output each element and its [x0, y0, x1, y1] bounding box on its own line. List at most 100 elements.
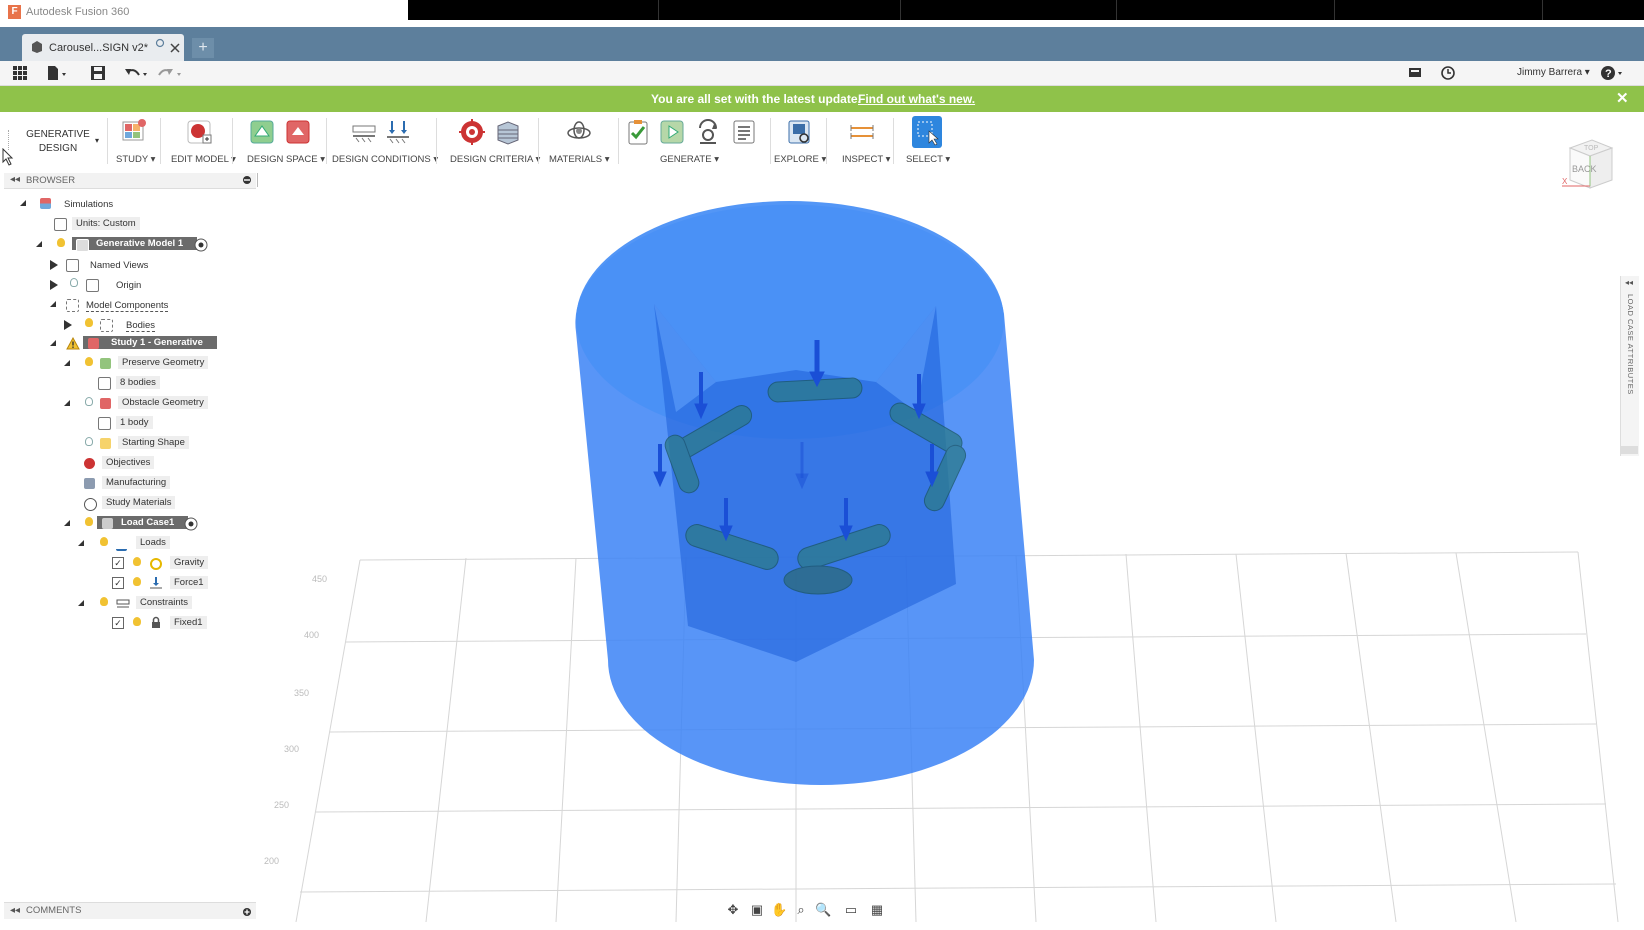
tree-loads[interactable]: Loads: [20, 536, 250, 554]
user-account-menu[interactable]: Jimmy Barrera ▾: [1517, 67, 1590, 78]
expand-panel-icon[interactable]: ◂◂: [1625, 278, 1633, 287]
redo-icon[interactable]: [158, 65, 184, 81]
workspace-switcher[interactable]: GENERATIVE DESIGN: [14, 119, 102, 161]
tree-model-components[interactable]: Model Components: [20, 297, 250, 315]
inspect-menu[interactable]: INSPECT ▾: [842, 154, 890, 165]
generate-icon[interactable]: [658, 118, 686, 146]
visibility-bulb-icon[interactable]: [57, 238, 65, 247]
measure-icon[interactable]: [848, 118, 876, 146]
grid-settings-icon[interactable]: ▦: [869, 902, 885, 918]
clock-icon[interactable]: [1440, 65, 1456, 81]
visibility-bulb-icon[interactable]: [133, 557, 141, 566]
tree-objectives[interactable]: Objectives: [20, 456, 250, 474]
browser-options-icon[interactable]: [242, 175, 252, 185]
orbit-icon[interactable]: ✥: [725, 902, 741, 918]
fit-icon[interactable]: 🔍: [815, 902, 831, 918]
visibility-bulb-icon[interactable]: [100, 537, 108, 546]
tree-units[interactable]: Units: Custom: [20, 217, 250, 235]
whats-new-link[interactable]: Find out what's new.: [858, 92, 975, 106]
expand-toggle-icon[interactable]: [50, 280, 58, 290]
gravity-checkbox[interactable]: ✓: [112, 557, 124, 569]
tree-obstacle-body[interactable]: 1 body: [20, 416, 250, 434]
add-comment-icon[interactable]: [242, 907, 252, 917]
design-space-menu[interactable]: DESIGN SPACE ▾: [247, 154, 325, 165]
tree-preserve-bodies[interactable]: 8 bodies: [20, 376, 250, 394]
load-case-attributes-panel[interactable]: ◂◂ LOAD CASE ATTRIBUTES: [1620, 276, 1639, 456]
visibility-bulb-icon[interactable]: [85, 517, 93, 526]
expand-toggle-icon[interactable]: [36, 241, 42, 247]
manufacturing-icon[interactable]: [494, 118, 522, 146]
help-icon[interactable]: ?: [1600, 65, 1626, 81]
expand-toggle-icon[interactable]: [50, 340, 56, 346]
display-settings-icon[interactable]: ▭: [843, 902, 859, 918]
expand-comments-icon[interactable]: ◂◂: [10, 905, 20, 916]
document-tab[interactable]: Carousel...SIGN v2*: [22, 34, 184, 61]
save-icon[interactable]: [90, 65, 106, 81]
select-menu[interactable]: SELECT ▾: [906, 154, 950, 165]
visibility-bulb-icon[interactable]: [85, 397, 93, 406]
panel-scroll-thumb[interactable]: [1620, 446, 1638, 454]
explore-menu[interactable]: EXPLORE ▾: [774, 154, 826, 165]
force1-checkbox[interactable]: ✓: [112, 577, 124, 589]
tree-generative-model[interactable]: Generative Model 1: [20, 237, 250, 255]
activate-radio-icon[interactable]: [184, 517, 198, 531]
structural-load-icon[interactable]: [384, 118, 412, 146]
study-menu[interactable]: STUDY ▾: [116, 154, 155, 165]
expand-toggle-icon[interactable]: [20, 200, 26, 206]
close-tab-icon[interactable]: [170, 43, 180, 53]
tree-force1[interactable]: ✓ Force1: [20, 576, 250, 594]
tree-named-views[interactable]: Named Views: [20, 257, 250, 275]
new-tab-button[interactable]: +: [192, 38, 214, 58]
previews-icon[interactable]: [730, 118, 758, 146]
design-criteria-menu[interactable]: DESIGN CRITERIA ▾: [450, 154, 540, 165]
tree-manufacturing[interactable]: Manufacturing: [20, 476, 250, 494]
cloud-credits-icon[interactable]: [694, 118, 722, 146]
viewcube[interactable]: TOP BACK X: [1562, 134, 1614, 192]
tree-load-case[interactable]: Load Case1: [20, 516, 250, 534]
tree-fixed1[interactable]: ✓ Fixed1: [20, 616, 250, 634]
expand-toggle-icon[interactable]: [50, 260, 58, 270]
collapse-browser-icon[interactable]: ◂◂: [10, 174, 20, 185]
tree-gravity[interactable]: ✓ Gravity: [20, 556, 250, 574]
structural-constraint-icon[interactable]: [350, 118, 378, 146]
activate-radio-icon[interactable]: [194, 238, 208, 252]
look-at-icon[interactable]: ▣: [749, 902, 765, 918]
file-menu-icon[interactable]: [46, 65, 70, 81]
tree-obstacle-geometry[interactable]: Obstacle Geometry: [20, 396, 250, 414]
obstacle-geometry-icon[interactable]: [284, 118, 312, 146]
expand-toggle-icon[interactable]: [78, 600, 84, 606]
expand-toggle-icon[interactable]: [64, 520, 70, 526]
expand-toggle-icon[interactable]: [50, 301, 56, 307]
undo-icon[interactable]: [124, 65, 150, 81]
generate-menu[interactable]: GENERATE ▾: [660, 154, 719, 165]
tree-study-materials[interactable]: Study Materials: [20, 496, 250, 514]
explore-generative-results-icon[interactable]: [785, 118, 813, 146]
tree-simulations[interactable]: Simulations: [20, 196, 250, 214]
study-materials-icon[interactable]: [565, 118, 593, 146]
pan-icon[interactable]: ✋: [771, 902, 787, 918]
edit-model-menu[interactable]: EDIT MODEL ▾: [171, 154, 236, 165]
app-grid-icon[interactable]: [12, 65, 28, 81]
close-banner-button[interactable]: ✕: [1616, 89, 1629, 107]
expand-toggle-icon[interactable]: [78, 540, 84, 546]
tree-constraints[interactable]: Constraints: [20, 596, 250, 614]
tree-study[interactable]: Study 1 - Generative: [20, 336, 250, 354]
visibility-bulb-icon[interactable]: [133, 617, 141, 626]
expand-toggle-icon[interactable]: [64, 360, 70, 366]
expand-toggle-icon[interactable]: [64, 400, 70, 406]
visibility-bulb-icon[interactable]: [133, 577, 141, 586]
materials-menu[interactable]: MATERIALS ▾: [549, 154, 610, 165]
job-status-icon[interactable]: [1407, 65, 1423, 81]
visibility-bulb-icon[interactable]: [85, 318, 93, 327]
objectives-icon[interactable]: [458, 118, 486, 146]
design-conditions-menu[interactable]: DESIGN CONDITIONS ▾: [332, 154, 438, 165]
tree-starting-shape[interactable]: Starting Shape: [20, 436, 250, 454]
visibility-bulb-icon[interactable]: [100, 597, 108, 606]
fixed1-checkbox[interactable]: ✓: [112, 617, 124, 629]
tree-origin[interactable]: Origin: [20, 277, 250, 295]
visibility-bulb-icon[interactable]: [70, 278, 78, 287]
expand-toggle-icon[interactable]: [64, 320, 72, 330]
edit-model-icon[interactable]: [185, 118, 213, 146]
3d-viewport-canvas[interactable]: 450 400 350 300 250 200: [256, 172, 1632, 922]
visibility-bulb-icon[interactable]: [85, 437, 93, 446]
